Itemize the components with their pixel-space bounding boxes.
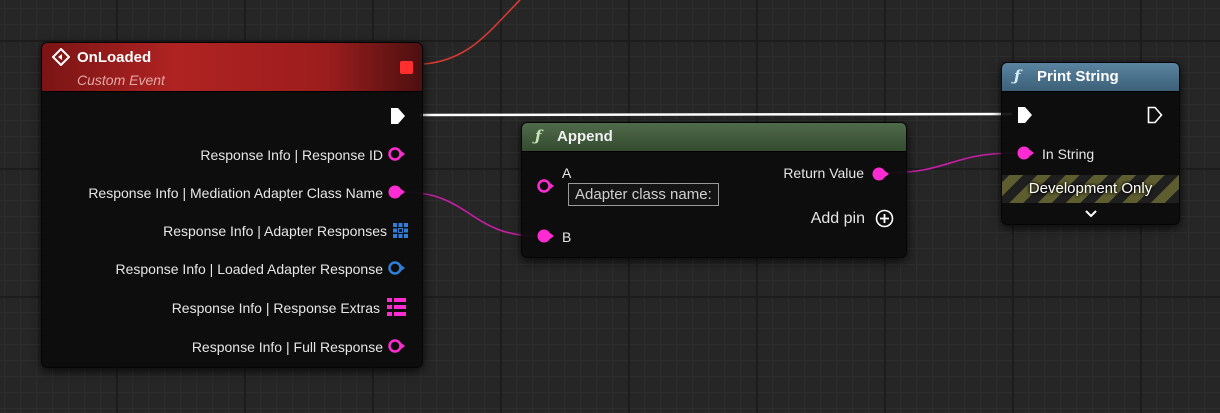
onloaded-event-node[interactable]: OnLoaded Custom Event Response Info | Re… [41, 42, 423, 368]
string-pin-icon[interactable] [537, 228, 555, 249]
array-grid-icon[interactable] [393, 223, 408, 243]
event-diamond-icon [51, 47, 71, 70]
pin-label-response-extras: Response Info | Response Extras [171, 300, 380, 316]
pin-label-mediation-adapter-class-name: Response Info | Mediation Adapter Class … [88, 185, 383, 201]
onloaded-title: OnLoaded [77, 49, 152, 66]
object-pin-icon[interactable] [388, 338, 406, 359]
append-header[interactable]: ƒ Append [522, 123, 906, 152]
print-string-header[interactable]: ƒ Print String [1002, 63, 1179, 92]
function-icon: ƒ [1014, 67, 1021, 85]
pin-label-a: A [562, 165, 572, 181]
map-list-icon[interactable] [387, 298, 406, 321]
exec-output-pin[interactable] [1147, 106, 1163, 129]
onloaded-header[interactable]: OnLoaded Custom Event [42, 43, 422, 92]
exec-input-pin[interactable] [1017, 106, 1033, 129]
pin-label-full-response: Response Info | Full Response [191, 339, 383, 355]
string-pin-icon[interactable] [872, 166, 890, 187]
print-string-title: Print String [1037, 68, 1119, 85]
string-pin-icon[interactable] [537, 178, 555, 199]
pin-label-response-id: Response Info | Response ID [200, 147, 383, 163]
string-pin-icon[interactable] [1017, 145, 1035, 166]
add-pin-button[interactable]: Add pin [811, 210, 865, 228]
function-icon: ƒ [535, 127, 542, 145]
exec-wire [419, 112, 1013, 117]
string-wire-class-name-to-b [402, 191, 538, 237]
exec-output-pin[interactable] [390, 107, 406, 130]
append-title: Append [557, 128, 613, 145]
delegate-wire [423, 0, 521, 65]
delegate-output-pin[interactable] [400, 61, 413, 74]
pin-label-adapter-responses: Response Info | Adapter Responses [163, 223, 387, 239]
object-pin-icon[interactable] [388, 146, 406, 167]
pin-label-loaded-adapter-response: Response Info | Loaded Adapter Response [115, 261, 384, 277]
onloaded-subtitle: Custom Event [77, 72, 165, 88]
pin-label-in-string: In String [1042, 146, 1095, 162]
append-node[interactable]: ƒ Append A Adapter class name: B Return … [521, 122, 907, 258]
add-pin-plus-icon[interactable] [875, 209, 894, 233]
pin-label-b: B [562, 229, 572, 245]
pin-a-text-input[interactable]: Adapter class name: [568, 183, 719, 206]
object-pin-icon[interactable] [388, 260, 406, 281]
chevron-down-icon[interactable] [1084, 206, 1098, 224]
development-only-label: Development Only [1028, 180, 1153, 197]
print-string-node[interactable]: ƒ Print String In String Development Onl… [1001, 62, 1180, 225]
string-pin-icon[interactable] [388, 184, 406, 205]
pin-label-return-value: Return Value [783, 165, 864, 181]
